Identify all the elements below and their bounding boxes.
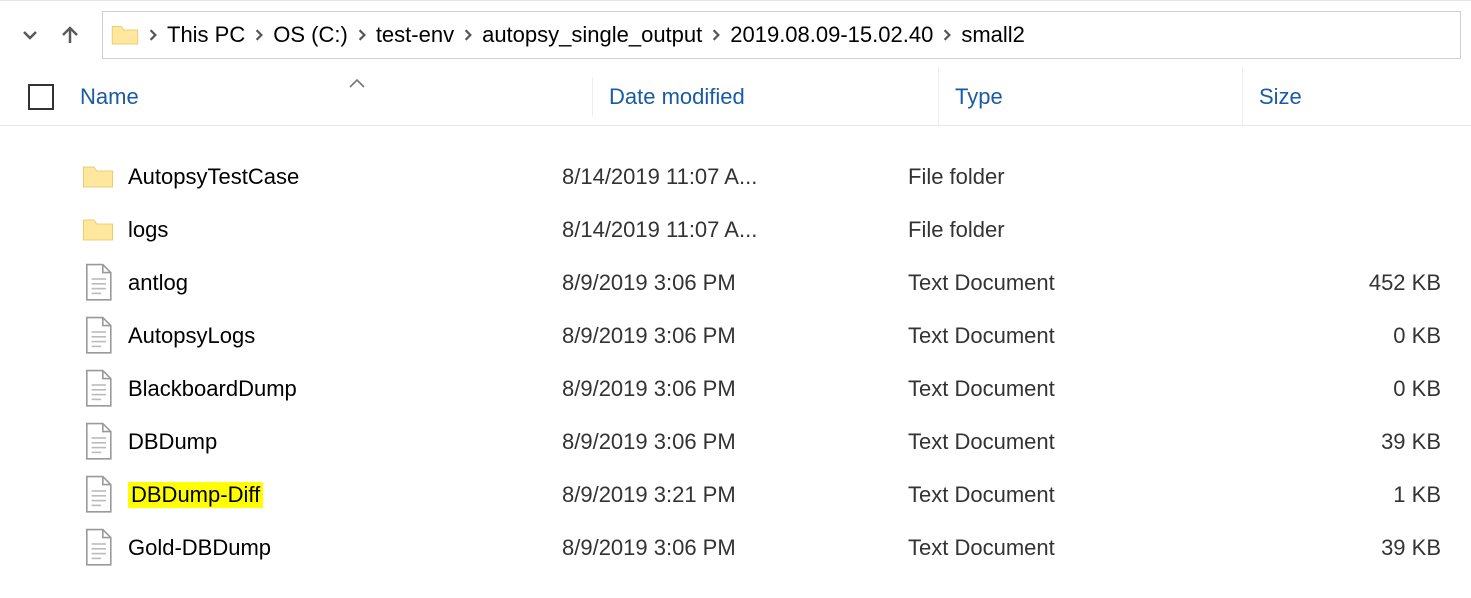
file-row[interactable]: logs 8/14/2019 11:07 A...File folder [0,203,1471,256]
file-date: 8/9/2019 3:06 PM [546,429,892,455]
file-size: 1 KB [1196,482,1471,508]
chevron-right-icon[interactable] [143,29,163,41]
breadcrumb-item[interactable]: autopsy_single_output [478,12,706,58]
file-list: AutopsyTestCase8/14/2019 11:07 A...File … [0,126,1471,574]
chevron-right-icon[interactable] [706,29,726,41]
file-name: BlackboardDump [128,376,297,402]
file-date: 8/14/2019 11:07 A... [546,217,892,243]
file-name-cell: DBDump [82,426,546,458]
file-name-cell: antlog [82,267,546,299]
file-name-cell: logs [82,214,546,246]
chevron-right-icon[interactable] [937,29,957,41]
breadcrumb-item[interactable]: small2 [957,12,1029,58]
file-type: Text Document [892,429,1196,455]
address-bar-row: This PC OS (C:) test-env autopsy_single_… [0,0,1471,68]
file-size: 0 KB [1196,323,1471,349]
breadcrumb-item[interactable]: This PC [163,12,249,58]
breadcrumb-item[interactable]: test-env [372,12,458,58]
file-type: Text Document [892,376,1196,402]
text-file-icon [82,479,114,511]
file-row[interactable]: Gold-DBDump 8/9/2019 3:06 PMText Document… [0,521,1471,574]
file-date: 8/9/2019 3:06 PM [546,323,892,349]
file-type: File folder [892,217,1196,243]
file-name: DBDump-Diff [128,482,263,508]
file-row[interactable]: antlog 8/9/2019 3:06 PMText Document452 K… [0,256,1471,309]
file-row[interactable]: AutopsyTestCase 8/14/2019 11:07 A...File … [0,150,1471,203]
text-file-icon [82,320,114,352]
file-name: AutopsyTestCase [128,164,299,190]
file-size: 0 KB [1196,376,1471,402]
file-name-cell: BlackboardDump [82,373,546,405]
chevron-right-icon[interactable] [249,29,269,41]
file-size: 39 KB [1196,429,1471,455]
column-date[interactable]: Date modified [593,68,939,125]
column-type[interactable]: Type [939,68,1243,125]
select-all-checkbox[interactable] [28,84,54,110]
file-type: Text Document [892,270,1196,296]
file-type: File folder [892,164,1196,190]
file-name-cell: AutopsyTestCase [82,161,546,193]
file-name-cell: AutopsyLogs [82,320,546,352]
folder-icon [82,161,114,193]
file-name: AutopsyLogs [128,323,255,349]
chevron-right-icon[interactable] [352,29,372,41]
column-size[interactable]: Size [1243,68,1471,125]
text-file-icon [82,267,114,299]
file-type: Text Document [892,482,1196,508]
file-date: 8/9/2019 3:06 PM [546,535,892,561]
file-date: 8/9/2019 3:06 PM [546,376,892,402]
file-size: 39 KB [1196,535,1471,561]
column-name-label: Name [80,84,139,110]
file-name-cell: Gold-DBDump [82,532,546,564]
folder-icon [82,214,114,246]
file-row[interactable]: DBDump 8/9/2019 3:06 PMText Document39 KB [0,415,1471,468]
folder-icon [111,23,139,47]
text-file-icon [82,532,114,564]
up-button[interactable] [50,15,90,55]
file-date: 8/9/2019 3:21 PM [546,482,892,508]
file-row[interactable]: DBDump-Diff 8/9/2019 3:21 PMText Document… [0,468,1471,521]
file-type: Text Document [892,323,1196,349]
chevron-right-icon[interactable] [458,29,478,41]
file-size: 452 KB [1196,270,1471,296]
sort-ascending-icon [348,70,366,96]
file-date: 8/14/2019 11:07 A... [546,164,892,190]
file-name-cell: DBDump-Diff [82,479,546,511]
breadcrumb-item[interactable]: 2019.08.09-15.02.40 [726,12,937,58]
column-size-label: Size [1259,84,1302,110]
text-file-icon [82,373,114,405]
file-name: Gold-DBDump [128,535,271,561]
text-file-icon [82,426,114,458]
file-type: Text Document [892,535,1196,561]
column-name[interactable]: Name [80,68,592,125]
recent-locations-dropdown[interactable] [10,15,50,55]
file-name: antlog [128,270,188,296]
column-date-label: Date modified [609,84,745,110]
column-header-row: Name Date modified Type Size [0,68,1471,126]
file-row[interactable]: BlackboardDump 8/9/2019 3:06 PMText Docum… [0,362,1471,415]
file-name: DBDump [128,429,217,455]
address-bar[interactable]: This PC OS (C:) test-env autopsy_single_… [102,11,1461,59]
file-name: logs [128,217,168,243]
file-row[interactable]: AutopsyLogs 8/9/2019 3:06 PMText Document… [0,309,1471,362]
breadcrumb-item[interactable]: OS (C:) [269,12,352,58]
file-date: 8/9/2019 3:06 PM [546,270,892,296]
column-type-label: Type [955,84,1003,110]
